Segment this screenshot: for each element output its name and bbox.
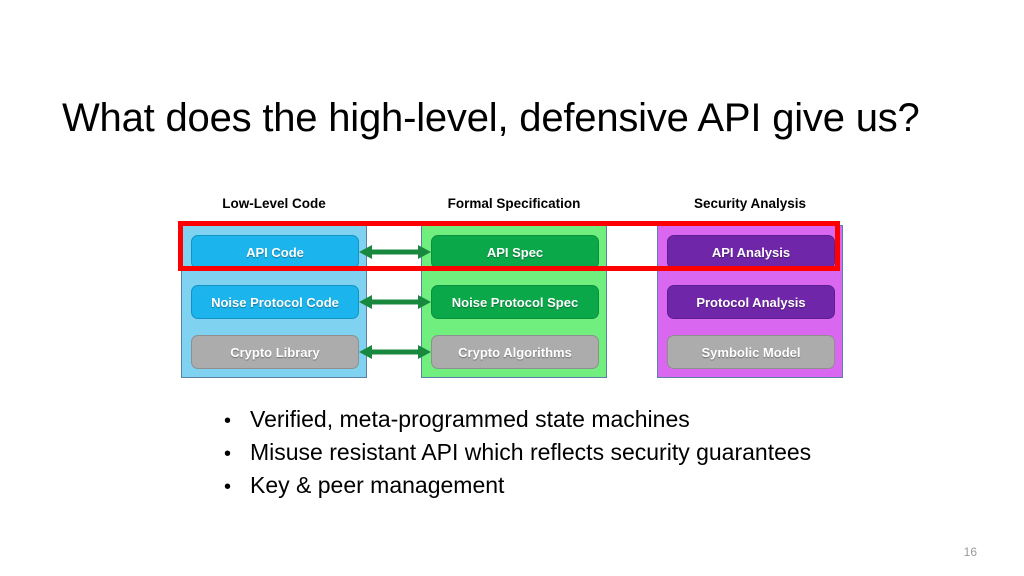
bullet-list: • Verified, meta-programmed state machin… (224, 404, 924, 503)
column-panel-formal-specification: API Spec Noise Protocol Spec Crypto Algo… (421, 225, 607, 378)
column-panel-low-level-code: API Code Noise Protocol Code Crypto Libr… (181, 225, 367, 378)
architecture-diagram: Low-Level Code Formal Specification Secu… (181, 196, 843, 378)
list-item: • Misuse resistant API which reflects se… (224, 437, 924, 470)
list-item-label: Key & peer management (250, 472, 505, 498)
list-item-label: Misuse resistant API which reflects secu… (250, 439, 812, 465)
node-api-spec[interactable]: API Spec (431, 235, 599, 269)
list-item-label: Verified, meta-programmed state machines (250, 406, 690, 432)
bullet-icon: • (224, 476, 232, 498)
double-arrow-icon (359, 343, 431, 361)
node-symbolic-model[interactable]: Symbolic Model (667, 335, 835, 369)
node-noise-protocol-code[interactable]: Noise Protocol Code (191, 285, 359, 319)
list-item: • Key & peer management (224, 470, 924, 503)
node-noise-protocol-spec[interactable]: Noise Protocol Spec (431, 285, 599, 319)
list-item: • Verified, meta-programmed state machin… (224, 404, 924, 437)
bullet-icon: • (224, 443, 232, 465)
column-panel-security-analysis: API Analysis Protocol Analysis Symbolic … (657, 225, 843, 378)
node-api-analysis[interactable]: API Analysis (667, 235, 835, 269)
double-arrow-icon (359, 243, 431, 261)
column-header-security-analysis: Security Analysis (693, 196, 807, 211)
node-crypto-algorithms[interactable]: Crypto Algorithms (431, 335, 599, 369)
node-api-code[interactable]: API Code (191, 235, 359, 269)
node-crypto-library[interactable]: Crypto Library (191, 335, 359, 369)
double-arrow-icon (359, 293, 431, 311)
column-header-low-level-code: Low-Level Code (222, 196, 326, 211)
page-number: 16 (963, 545, 977, 559)
column-header-formal-specification: Formal Specification (447, 196, 581, 211)
node-protocol-analysis[interactable]: Protocol Analysis (667, 285, 835, 319)
bullet-icon: • (224, 410, 232, 432)
page-title: What does the high-level, defensive API … (62, 96, 920, 140)
